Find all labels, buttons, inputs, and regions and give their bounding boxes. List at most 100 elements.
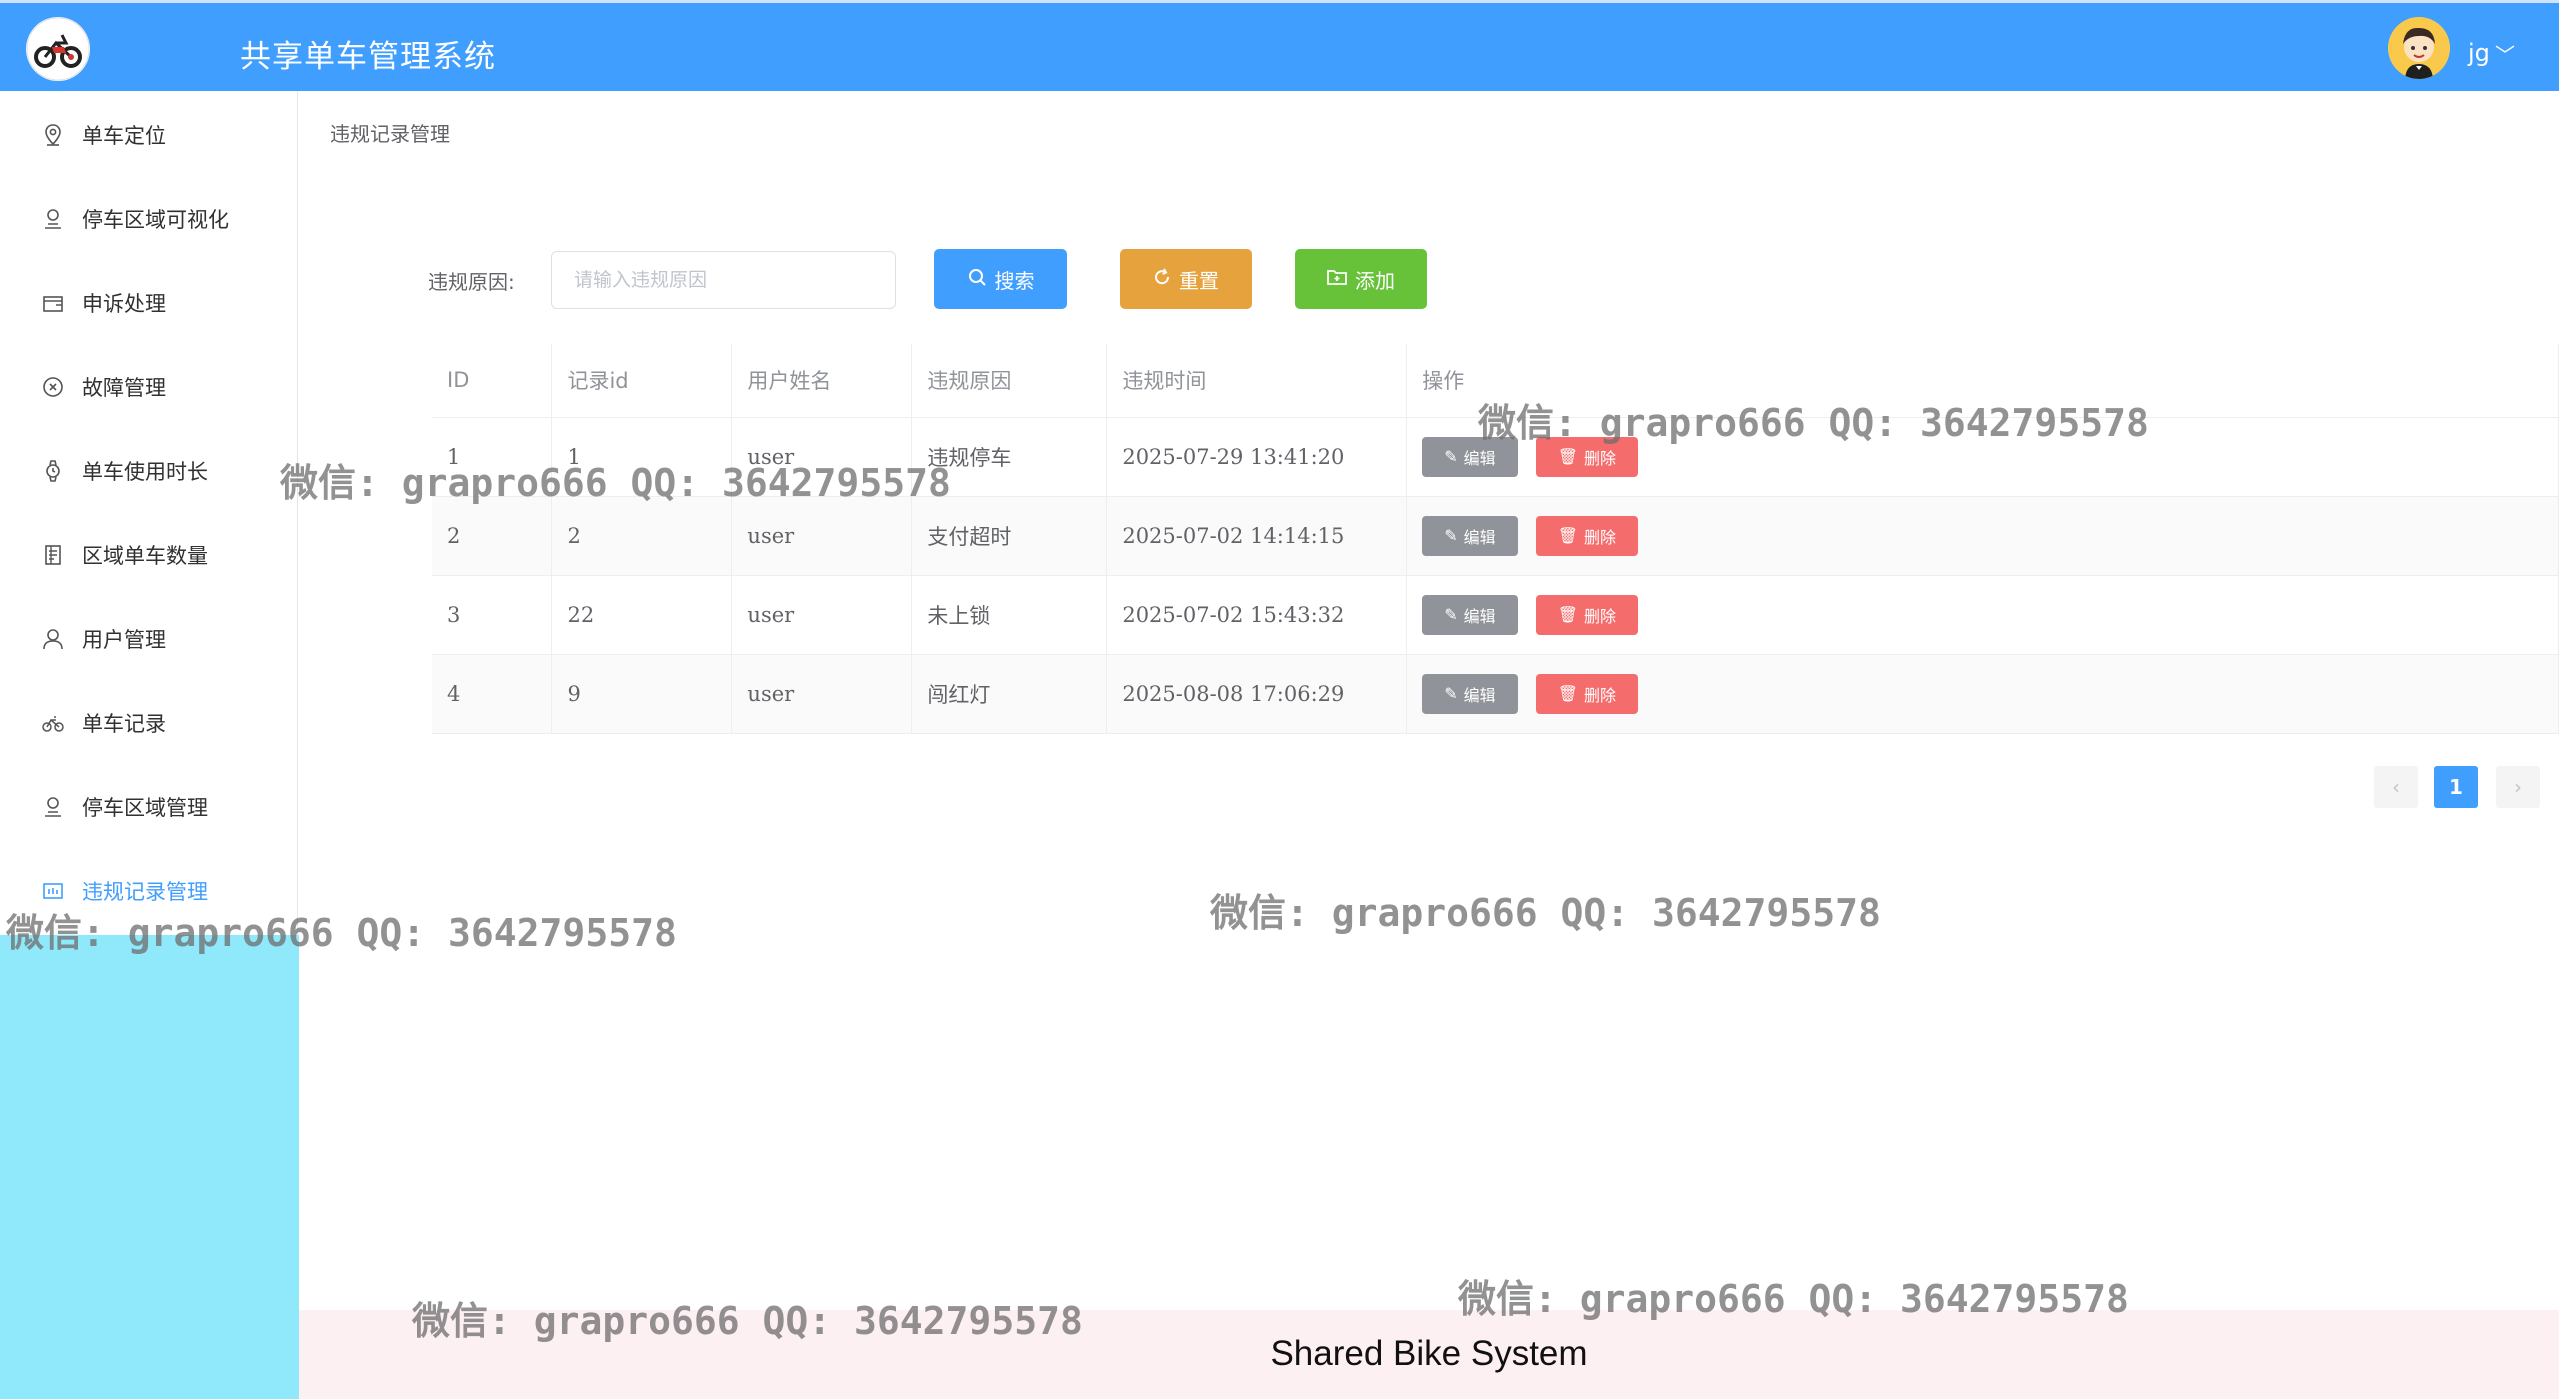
breadcrumb: 违规记录管理 — [330, 122, 450, 146]
edit-button-label: 编辑 — [1463, 448, 1496, 468]
add-button[interactable]: 添加 — [1295, 249, 1427, 309]
cell-id: 1 — [432, 417, 553, 497]
cell-user: user — [731, 654, 913, 734]
edit-icon: ✎ — [1444, 684, 1458, 703]
cell-time: 2025-07-29 13:41:20 — [1106, 417, 1408, 497]
edit-icon: ✎ — [1444, 526, 1458, 545]
sidebar-item-bike-records[interactable]: 单车记录 — [0, 693, 298, 753]
cell-reason: 支付超时 — [911, 496, 1108, 576]
cell-actions: ✎ 编辑 🗑 删除 — [1406, 575, 2559, 655]
cell-reason: 违规停车 — [911, 417, 1108, 497]
tickets-icon — [40, 542, 66, 568]
delete-button-label: 删除 — [1584, 527, 1617, 547]
delete-button[interactable]: 🗑 删除 — [1535, 436, 1639, 477]
location-icon — [40, 122, 66, 148]
sidebar-filler — [0, 935, 299, 1399]
column-header-id: ID — [432, 344, 553, 418]
add-button-label: 添加 — [1355, 268, 1395, 293]
cell-record-id: 2 — [551, 496, 733, 576]
chevron-down-icon[interactable]: ﹀ — [2495, 39, 2515, 68]
sidebar-item-label: 申诉处理 — [82, 292, 166, 316]
cell-id: 2 — [432, 496, 553, 576]
delete-button[interactable]: 🗑 删除 — [1535, 594, 1639, 635]
sidebar-item-label: 单车定位 — [82, 124, 166, 148]
sidebar-item-users[interactable]: 用户管理 — [0, 609, 298, 669]
delete-button-label: 删除 — [1584, 685, 1617, 705]
sidebar-item-area-count[interactable]: 区域单车数量 — [0, 525, 298, 585]
sidebar-item-label: 停车区域可视化 — [82, 208, 229, 232]
data-board-icon — [40, 878, 66, 904]
table-row: 3 22 user 未上锁 2025-07-02 15:43:32 ✎ 编辑 🗑 删除 — [432, 575, 2559, 655]
delete-icon: 🗑 — [1557, 526, 1578, 545]
cell-record-id: 22 — [551, 575, 733, 655]
wallet-icon — [40, 290, 66, 316]
sidebar-item-parking-manage[interactable]: 停车区域管理 — [0, 777, 298, 837]
table-row: 4 9 user 闯红灯 2025-08-08 17:06:29 ✎ 编辑 🗑 删除 — [432, 654, 2559, 734]
cell-reason: 未上锁 — [911, 575, 1108, 655]
search-input[interactable] — [551, 251, 896, 309]
user-name[interactable]: jg — [2468, 39, 2490, 67]
avatar[interactable] — [2388, 17, 2450, 79]
sidebar-item-label: 单车使用时长 — [82, 460, 208, 484]
top-header: 共享单车管理系统 jg ﹀ — [0, 0, 2559, 91]
sidebar-item-parking-visual[interactable]: 停车区域可视化 — [0, 189, 298, 249]
footer: Shared Bike System — [299, 1310, 2559, 1399]
pagination-prev-button[interactable]: ‹ — [2374, 766, 2418, 808]
delete-button[interactable]: 🗑 删除 — [1535, 515, 1639, 556]
sidebar-item-label: 用户管理 — [82, 628, 166, 652]
cell-record-id: 1 — [551, 417, 733, 497]
user-pin-icon — [40, 794, 66, 820]
sidebar-item-fault[interactable]: 故障管理 — [0, 357, 298, 417]
sidebar-item-appeal[interactable]: 申诉处理 — [0, 273, 298, 333]
violations-table: ID 记录id 用户姓名 违规原因 违规时间 操作 1 1 user 违规停车 … — [432, 344, 2559, 734]
edit-button[interactable]: ✎ 编辑 — [1422, 515, 1518, 556]
user-pin-icon — [40, 206, 66, 232]
edit-icon: ✎ — [1444, 605, 1458, 624]
pagination-page-button[interactable]: 1 — [2434, 766, 2478, 808]
cell-user: user — [731, 417, 913, 497]
sidebar-item-label: 违规记录管理 — [82, 880, 208, 904]
refresh-icon — [1153, 267, 1171, 291]
delete-button-label: 删除 — [1584, 448, 1617, 468]
table-row: 2 2 user 支付超时 2025-07-02 14:14:15 ✎ 编辑 🗑 删除 — [432, 496, 2559, 576]
search-button[interactable]: 搜索 — [934, 249, 1067, 309]
cell-time: 2025-07-02 14:14:15 — [1106, 496, 1408, 576]
cell-reason: 闯红灯 — [911, 654, 1108, 734]
footer-text: Shared Bike System — [1270, 1334, 1588, 1373]
delete-button-label: 删除 — [1584, 606, 1617, 626]
column-header-reason: 违规原因 — [911, 344, 1108, 418]
table-header-row: ID 记录id 用户姓名 违规原因 违规时间 操作 — [432, 344, 2559, 418]
edit-button[interactable]: ✎ 编辑 — [1422, 436, 1518, 477]
sidebar-item-violations[interactable]: 违规记录管理 — [0, 861, 298, 921]
cell-actions: ✎ 编辑 🗑 删除 — [1406, 417, 2559, 497]
user-icon — [40, 626, 66, 652]
delete-icon: 🗑 — [1557, 605, 1578, 624]
sidebar-item-bike-location[interactable]: 单车定位 — [0, 105, 298, 165]
search-icon — [967, 267, 987, 292]
delete-icon: 🗑 — [1557, 447, 1578, 466]
delete-button[interactable]: 🗑 删除 — [1535, 673, 1639, 714]
cell-id: 4 — [432, 654, 553, 734]
sidebar-item-usage-time[interactable]: 单车使用时长 — [0, 441, 298, 501]
search-button-label: 搜索 — [994, 268, 1035, 293]
folder-add-icon — [1327, 267, 1347, 291]
cell-user: user — [731, 575, 913, 655]
pagination-next-button[interactable]: › — [2496, 766, 2540, 808]
bicycle-icon — [40, 710, 66, 736]
cell-user: user — [731, 496, 913, 576]
app-title: 共享单车管理系统 — [240, 39, 496, 75]
edit-button[interactable]: ✎ 编辑 — [1422, 594, 1518, 635]
reset-button-label: 重置 — [1179, 268, 1219, 293]
reset-button[interactable]: 重置 — [1120, 249, 1252, 309]
edit-button-label: 编辑 — [1463, 527, 1496, 547]
cell-time: 2025-07-02 15:43:32 — [1106, 575, 1408, 655]
circle-close-icon — [40, 374, 66, 400]
cell-id: 3 — [432, 575, 553, 655]
search-label: 违规原因: — [428, 270, 515, 294]
sidebar-item-label: 区域单车数量 — [82, 544, 208, 568]
edit-button-label: 编辑 — [1463, 606, 1496, 626]
logo-icon — [26, 17, 90, 81]
edit-button[interactable]: ✎ 编辑 — [1422, 673, 1518, 714]
column-header-user: 用户姓名 — [731, 344, 913, 418]
edit-button-label: 编辑 — [1463, 685, 1496, 705]
